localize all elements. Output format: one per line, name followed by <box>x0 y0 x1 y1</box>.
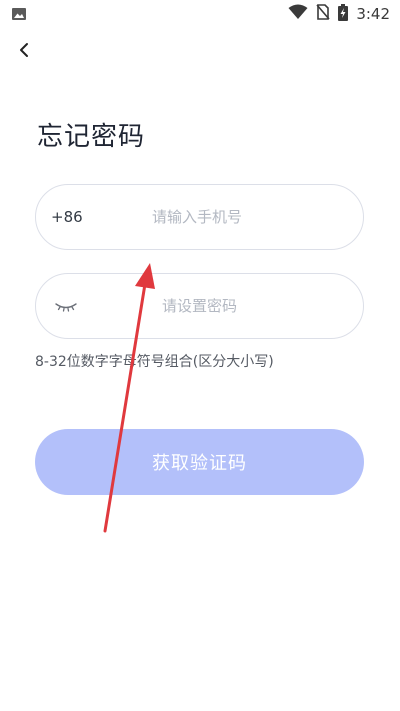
status-time: 3:42 <box>356 5 390 23</box>
chevron-left-icon <box>18 42 30 62</box>
status-left <box>12 5 26 24</box>
country-code[interactable]: +86 <box>51 185 83 249</box>
battery-charging-icon <box>338 3 349 25</box>
eye-closed-icon[interactable] <box>54 296 78 316</box>
gallery-icon <box>12 5 26 24</box>
password-hint: 8-32位数字字母符号组合(区分大小写) <box>35 354 274 370</box>
forgot-password-screen: 3:42 忘记密码 +86 8-32位数字字母符号组合(区分大小写) <box>0 0 400 711</box>
status-right: 3:42 <box>288 3 390 25</box>
phone-field[interactable]: +86 <box>35 184 364 250</box>
no-sim-icon <box>316 4 330 24</box>
password-input[interactable] <box>162 274 342 338</box>
page-title: 忘记密码 <box>37 122 146 152</box>
get-verification-code-button[interactable]: 获取验证码 <box>35 429 364 495</box>
back-button[interactable] <box>12 40 36 64</box>
wifi-icon <box>288 4 308 24</box>
phone-input[interactable] <box>152 185 342 249</box>
password-field[interactable] <box>35 273 364 339</box>
status-bar: 3:42 <box>0 0 400 28</box>
